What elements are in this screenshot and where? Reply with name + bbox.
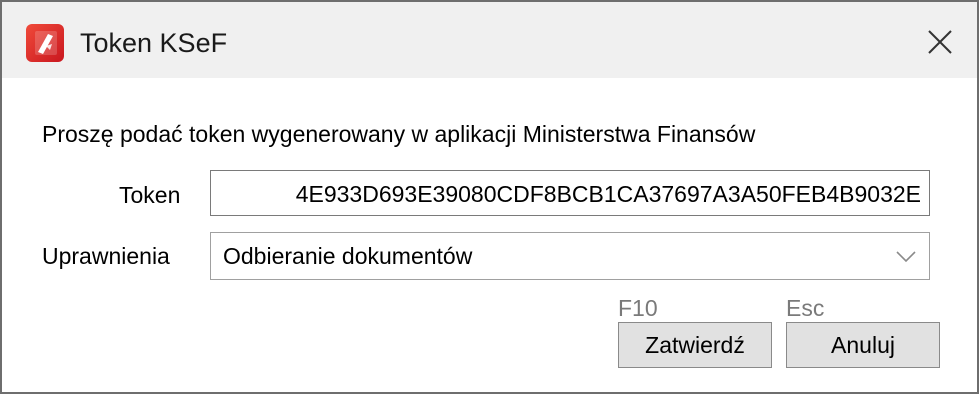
close-button[interactable] <box>916 20 964 64</box>
dialog-window: Token KSeF Proszę podać token wygenerowa… <box>0 0 979 394</box>
app-icon <box>26 24 64 62</box>
window-title: Token KSeF <box>80 28 228 58</box>
permissions-label: Uprawnienia <box>42 243 170 269</box>
permissions-select[interactable]: Odbieranie dokumentów <box>210 232 930 280</box>
token-value: 4E933D693E39080CDF8BCB1CA37697A3A50FEB4B… <box>295 181 921 207</box>
title-bar: Token KSeF <box>2 2 977 78</box>
close-icon <box>928 30 952 54</box>
cancel-button[interactable]: Anuluj <box>786 322 940 368</box>
token-input[interactable]: 4E933D693E39080CDF8BCB1CA37697A3A50FEB4B… <box>210 170 930 216</box>
chevron-down-icon <box>896 251 916 263</box>
confirm-hotkey-hint: F10 <box>618 295 658 321</box>
confirm-button[interactable]: Zatwierdź <box>618 322 772 368</box>
token-label: Token <box>119 182 181 208</box>
dialog-body: Proszę podać token wygenerowany w aplika… <box>2 78 977 392</box>
instruction-text: Proszę podać token wygenerowany w aplika… <box>42 121 756 147</box>
cancel-hotkey-hint: Esc <box>786 295 825 321</box>
permissions-selected-value: Odbieranie dokumentów <box>223 243 473 269</box>
